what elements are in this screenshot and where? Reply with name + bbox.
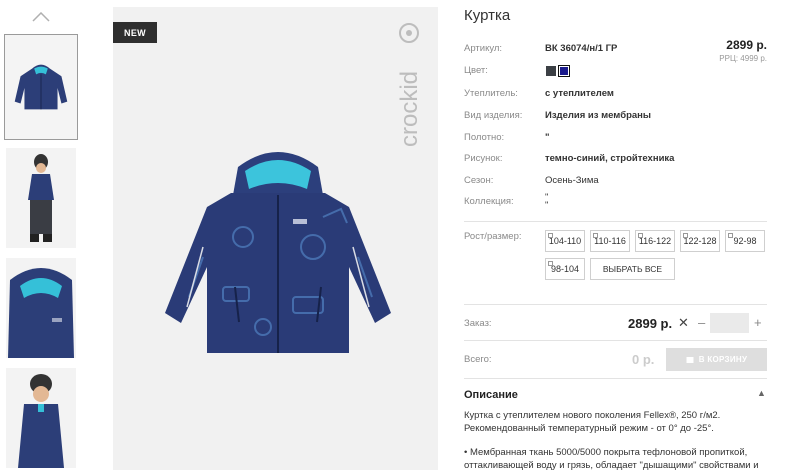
insulation-value: с утеплителем [545,88,614,99]
recommended-retail-price: РРЦ: 4999 р. [719,54,767,63]
size-option-116-122[interactable]: 116-122 [635,230,675,252]
total-label: Всего: [464,354,492,365]
checkbox-icon [728,233,733,238]
thumbnail-scroll-up-button[interactable] [30,10,52,24]
add-to-cart-button[interactable]: В КОРЗИНУ [666,348,767,371]
pattern-label: Рисунок: [464,153,503,164]
product-price: 2899 р. [726,38,767,52]
chevron-up-icon [32,12,50,22]
total-value: 0 р. [632,352,655,367]
jacket-thumbnail-image [5,35,77,139]
article-value: ВК 36074/н/1 ГР [545,43,618,54]
sizes-label: Рост/размер: [464,231,522,242]
collection-value: " " [545,192,549,211]
checkbox-icon [593,233,598,238]
product-type-value: Изделия из мембраны [545,110,652,121]
quantity-input[interactable] [710,313,749,333]
fabric-value: " [545,132,550,143]
color-swatch-navy[interactable] [558,65,570,77]
color-label: Цвет: [464,65,488,76]
description-collapse-toggle[interactable]: ▲ [757,388,766,398]
size-option-104-110[interactable]: 104-110 [545,230,585,252]
size-option-98-104[interactable]: 98-104 [545,258,585,280]
svg-text:crockid: crockid [396,71,423,147]
quantity-decrease-button[interactable]: – [698,315,708,330]
product-title: Куртка [464,7,511,24]
checkbox-icon [548,261,553,266]
order-label: Заказ: [464,318,492,329]
season-value: Осень-Зима [545,175,599,186]
jacket-photo [165,152,391,353]
divider [464,378,767,379]
product-type-label: Вид изделия: [464,110,523,121]
thumbnail-child-full[interactable] [6,148,76,248]
color-swatch-dark-gray[interactable] [546,66,556,76]
insulation-label: Утеплитель: [464,88,518,99]
checkbox-icon [683,233,688,238]
description-title: Описание [464,389,518,401]
fabric-label: Полотно: [464,132,505,143]
product-info-panel: Куртка Артикул: ВК 36074/н/1 ГР 2899 р. … [464,0,770,470]
jacket-hood-thumbnail-image [6,258,76,358]
divider [464,304,767,305]
size-option-122-128[interactable]: 122-128 [680,230,720,252]
description-line: Рекомендованный температурный режим - от… [464,423,714,434]
size-option-110-116[interactable]: 110-116 [590,230,630,252]
pattern-value: темно-синий, стройтехника [545,153,675,164]
divider [464,340,767,341]
child-closeup-thumbnail-image [6,368,76,468]
description-line: Куртка с утеплителем нового поколения Fe… [464,410,721,421]
quantity-increase-button[interactable]: + [754,315,762,330]
divider [464,221,767,222]
thumbnail-jacket-front[interactable] [4,34,78,140]
multiply-sign: ✕ [678,315,689,330]
thumbnail-gallery [0,0,84,470]
product-page: NEW crockid Куртка Артикул: ВК 36074/н/1… [0,0,800,470]
size-option-92-98[interactable]: 92-98 [725,230,765,252]
order-price: 2899 р. [628,316,673,331]
checkbox-icon [638,233,643,238]
crockid-logo: crockid [396,23,423,147]
collection-label: Коллекция: [464,196,514,207]
cart-icon [686,356,694,363]
thumbnail-jacket-hood[interactable] [6,258,76,358]
thumbnail-child-closeup[interactable] [6,368,76,468]
child-model-thumbnail-image [6,148,76,248]
description-line: оттакливающей воду и грязь, обладает "ды… [464,460,759,470]
main-product-image[interactable]: NEW crockid [113,7,438,470]
article-label: Артикул: [464,43,503,54]
new-badge: NEW [113,22,157,43]
description-line: • Мембранная ткань 5000/5000 покрыта теф… [464,447,748,458]
checkbox-icon [548,233,553,238]
season-label: Сезон: [464,175,494,186]
select-all-sizes-button[interactable]: ВЫБРАТЬ ВСЕ [590,258,675,280]
